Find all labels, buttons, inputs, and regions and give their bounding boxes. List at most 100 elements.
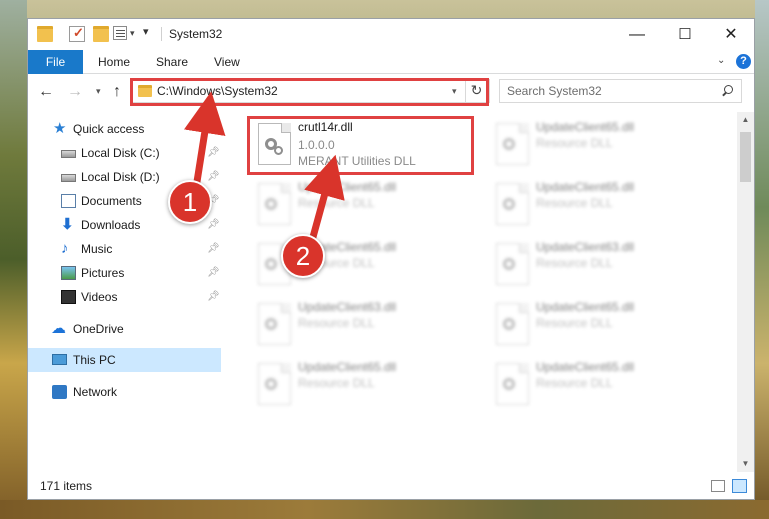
- file-description: Resource DLL: [536, 316, 613, 330]
- tab-share[interactable]: Share: [156, 50, 188, 74]
- file-tile[interactable]: UpdateClient65.dll Resource DLL: [484, 177, 709, 231]
- file-name: UpdateClient65.dll: [536, 300, 635, 314]
- title-bar: ▾ ▾ System32 — ☐ ✕: [28, 19, 754, 50]
- large-icons-view-icon[interactable]: [732, 479, 747, 493]
- scroll-down-icon[interactable]: ▼: [737, 456, 754, 472]
- pin-icon[interactable]: 📌︎: [207, 147, 220, 158]
- gear-icon: [503, 138, 515, 150]
- sidebar-item-label: Quick access: [73, 122, 145, 136]
- sidebar-item-quick-access[interactable]: ★ Quick access: [28, 117, 221, 141]
- chevron-down-icon[interactable]: ▾: [130, 28, 135, 39]
- file-name: UpdateClient65.dll: [536, 120, 635, 134]
- sidebar-item-network[interactable]: Network: [28, 380, 221, 404]
- sidebar-item-pictures[interactable]: Pictures 📌︎: [28, 261, 221, 285]
- sidebar-item-label: Network: [73, 385, 118, 399]
- pin-icon[interactable]: 📌︎: [207, 291, 220, 302]
- scroll-up-icon[interactable]: ▲: [737, 112, 754, 128]
- expand-ribbon-icon[interactable]: ⌄: [717, 55, 725, 66]
- dll-file-icon: [496, 303, 529, 345]
- search-icon[interactable]: [720, 84, 734, 98]
- file-name: UpdateClient63.dll: [298, 300, 397, 314]
- sidebar-item-label: Videos: [81, 290, 118, 304]
- properties-check-icon[interactable]: [69, 25, 85, 42]
- tab-file[interactable]: File: [28, 50, 83, 74]
- quick-access-toolbar-menu-icon[interactable]: ▾: [143, 25, 149, 38]
- dll-file-icon: [258, 303, 291, 345]
- tab-home[interactable]: Home: [98, 50, 130, 74]
- file-name: UpdateClient65.dll: [536, 180, 635, 194]
- vertical-scrollbar[interactable]: ▲ ▼: [737, 112, 754, 472]
- sidebar-item-label: Music: [81, 242, 113, 256]
- drive-icon: [61, 174, 76, 182]
- up-button[interactable]: ↑: [113, 83, 121, 101]
- sidebar-item-label: OneDrive: [73, 322, 124, 336]
- music-icon: ♪: [61, 240, 69, 257]
- maximize-button[interactable]: ☐: [662, 19, 708, 50]
- file-tile[interactable]: UpdateClient65.dll Resource DLL: [484, 357, 709, 411]
- drive-icon: [61, 150, 76, 158]
- desktop-background-left: [0, 0, 27, 519]
- gear-icon: [503, 318, 515, 330]
- file-tile[interactable]: UpdateClient65.dll Resource DLL: [246, 357, 471, 411]
- window-title: System32: [169, 27, 223, 41]
- gear-icon: [265, 318, 277, 330]
- file-tile[interactable]: UpdateClient65.dll Resource DLL: [484, 117, 709, 171]
- pin-icon[interactable]: 📌︎: [207, 267, 220, 278]
- dll-file-icon: [496, 183, 529, 225]
- pin-icon[interactable]: 📌︎: [207, 171, 220, 182]
- tab-view[interactable]: View: [214, 50, 240, 74]
- address-highlight-box: [130, 78, 489, 106]
- pictures-icon: [61, 266, 76, 280]
- minimize-button[interactable]: —: [614, 19, 660, 50]
- documents-icon: [61, 194, 76, 208]
- sidebar-item-label: Downloads: [81, 218, 141, 232]
- pc-icon: [52, 354, 67, 365]
- explorer-window: ▾ ▾ System32 — ☐ ✕ File Home Share View …: [27, 18, 755, 500]
- sidebar-item-label: Documents: [81, 194, 142, 208]
- pin-icon[interactable]: 📌︎: [207, 219, 220, 230]
- search-input[interactable]: [507, 84, 717, 98]
- onedrive-icon: ☁: [51, 320, 66, 337]
- callout-1: 1: [168, 180, 212, 224]
- sidebar-item-videos[interactable]: Videos 📌︎: [28, 285, 221, 309]
- back-button[interactable]: ←: [38, 83, 54, 101]
- forward-button[interactable]: →: [67, 83, 83, 101]
- navigation-pane: ★ Quick access Local Disk (C:) 📌︎ Local …: [28, 112, 221, 472]
- gear-icon: [503, 378, 515, 390]
- dll-file-icon: [496, 363, 529, 405]
- customize-icon[interactable]: [113, 26, 127, 40]
- desktop-background-bottom: [0, 500, 769, 519]
- search-box[interactable]: [499, 79, 742, 103]
- item-count: 171 items: [40, 479, 93, 493]
- file-tile[interactable]: UpdateClient65.dll Resource DLL: [246, 237, 471, 291]
- sidebar-item-onedrive[interactable]: ☁ OneDrive: [28, 317, 221, 341]
- sidebar-item-music[interactable]: ♪ Music 📌︎: [28, 237, 221, 261]
- downloads-icon: ⬇: [61, 216, 74, 233]
- sidebar-item-this-pc[interactable]: This PC: [28, 348, 221, 372]
- scroll-thumb[interactable]: [740, 132, 751, 182]
- pin-icon[interactable]: 📌︎: [207, 243, 220, 254]
- file-tile[interactable]: UpdateClient63.dll Resource DLL: [484, 237, 709, 291]
- sidebar-item-label: Local Disk (C:): [81, 146, 160, 160]
- file-tile[interactable]: UpdateClient65.dll Resource DLL: [246, 177, 471, 231]
- title-separator: [161, 27, 162, 41]
- recent-locations-button[interactable]: ▾: [96, 86, 101, 97]
- new-folder-icon[interactable]: [93, 26, 109, 42]
- dll-file-icon: [496, 243, 529, 285]
- gear-icon: [265, 258, 277, 270]
- sidebar-item-label: Local Disk (D:): [81, 170, 160, 184]
- sidebar-item-local-disk-c[interactable]: Local Disk (C:) 📌︎: [28, 141, 221, 165]
- close-button[interactable]: ✕: [708, 19, 754, 50]
- star-icon: ★: [53, 120, 67, 137]
- file-tile[interactable]: UpdateClient65.dll Resource DLL: [484, 297, 709, 351]
- videos-icon: [61, 290, 76, 304]
- file-name: UpdateClient63.dll: [536, 240, 635, 254]
- help-icon[interactable]: ?: [736, 54, 751, 69]
- details-view-icon[interactable]: [711, 480, 725, 492]
- status-bar: 171 items: [28, 472, 754, 499]
- gear-icon: [265, 198, 277, 210]
- gear-icon: [265, 378, 277, 390]
- sidebar-item-label: This PC: [73, 353, 116, 367]
- file-name: UpdateClient65.dll: [298, 180, 397, 194]
- file-tile[interactable]: UpdateClient63.dll Resource DLL: [246, 297, 471, 351]
